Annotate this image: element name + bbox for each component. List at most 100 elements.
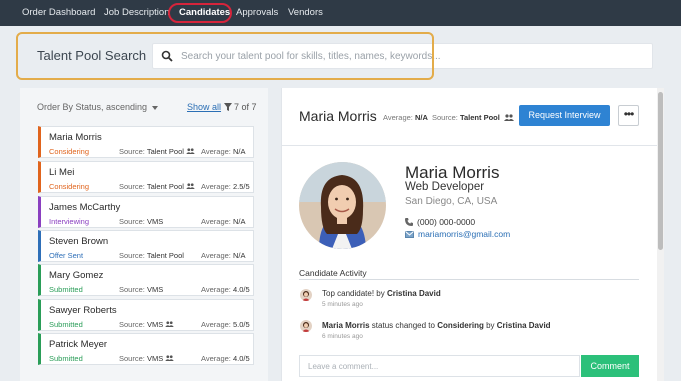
candidate-card-name: Patrick Meyer — [49, 339, 108, 350]
candidate-card-name: Sawyer Roberts — [49, 305, 117, 316]
average-label: Average: — [201, 217, 231, 226]
candidate-email[interactable]: mariamorris@gmail.com — [405, 229, 510, 239]
activity-item-2-text: status changed to — [369, 321, 438, 330]
detail-source-value: Talent Pool — [459, 113, 500, 122]
tab-vendors[interactable]: Vendors — [288, 0, 323, 26]
average-value: N/A — [232, 147, 246, 156]
candidate-card[interactable]: Mary Gomez Submitted Source: VMS Average: 4… — [38, 264, 254, 296]
average-label: Average: — [201, 285, 231, 294]
candidate-phone: (000) 000-0000 — [405, 217, 475, 227]
candidate-card-average: Average: N/A — [201, 217, 246, 226]
detail-source-label: Source: — [432, 113, 458, 122]
candidate-card-average: Average: 5.0/5 — [201, 320, 250, 329]
source-label: Source: — [119, 285, 145, 294]
filter-icon — [224, 103, 232, 111]
detail-divider — [282, 145, 658, 146]
candidate-card-source: Source: Talent Pool — [119, 147, 195, 156]
candidate-card-average: Average: N/A — [201, 251, 246, 260]
source-value: VMS — [146, 354, 164, 363]
tab-approvals[interactable]: Approvals — [236, 0, 278, 26]
activity-item-1-time: 5 minutes ago — [322, 301, 363, 308]
search-highlight-box — [16, 32, 434, 80]
candidate-title: Web Developer — [405, 181, 485, 193]
candidate-card-name: Li Mei — [49, 167, 75, 178]
talent-pool-icon — [186, 148, 195, 154]
activity-item-2-subject: Maria Morris — [322, 321, 370, 330]
candidate-card-status: Offer Sent — [49, 251, 84, 260]
show-all-link[interactable]: Show all — [187, 102, 221, 112]
candidate-activity-title: Candidate Activity — [299, 268, 367, 278]
talent-pool-icon — [165, 355, 175, 361]
source-label: Source: — [119, 354, 145, 363]
detail-average: Average: N/A — [383, 113, 428, 122]
activity-item-1-actor: Cristina David — [386, 289, 441, 298]
activity-item-2-status: Considering — [437, 321, 484, 330]
candidate-card-name: Mary Gomez — [49, 270, 104, 281]
activity-item-2: Maria Morris status changed to Consideri… — [322, 321, 551, 330]
source-label: Source: — [119, 182, 145, 191]
average-value: 4.0/5 — [232, 285, 250, 294]
talent-pool-icon — [503, 114, 514, 121]
average-label: Average: — [201, 182, 231, 191]
order-by-dropdown[interactable]: Order By Status, ascending — [37, 102, 159, 112]
activity-avatar — [300, 289, 312, 301]
source-label: Source: — [119, 320, 145, 329]
candidate-card-name: Steven Brown — [49, 236, 109, 247]
email-icon — [405, 231, 414, 238]
average-label: Average: — [201, 147, 231, 156]
candidate-card[interactable]: Sawyer Roberts Submitted Source: VMS Averag… — [38, 299, 254, 331]
candidate-card-source: Source: VMS — [119, 320, 175, 329]
filter-count[interactable]: 7 of 7 — [224, 102, 257, 112]
candidate-card-average: Average: 2.5/5 — [201, 182, 250, 191]
candidate-avatar — [299, 162, 386, 249]
activity-item-2-time: 6 minutes ago — [322, 333, 363, 340]
average-value: N/A — [232, 251, 246, 260]
source-value: Talent Pool — [146, 182, 184, 191]
detail-average-value: N/A — [414, 113, 428, 122]
average-value: N/A — [232, 217, 246, 226]
candidate-card-average: Average: N/A — [201, 147, 246, 156]
candidate-card-status: Interviewing — [49, 217, 90, 226]
candidate-card[interactable]: James McCarthy Interviewing Source: VMS Ave… — [38, 196, 254, 228]
candidate-card-name: Maria Morris — [49, 132, 102, 143]
source-label: Source: — [119, 217, 145, 226]
activity-item-2-by: by — [483, 321, 497, 330]
candidate-phone-value: (000) 000-0000 — [417, 217, 476, 227]
detail-scrollbar-thumb[interactable] — [658, 92, 663, 250]
detail-average-label: Average: — [383, 113, 413, 122]
order-by-label: Order By Status, ascending — [37, 102, 148, 112]
candidate-card[interactable]: Maria Morris Considering Source: Talent Po… — [38, 126, 254, 158]
average-value: 5.0/5 — [232, 320, 250, 329]
candidate-card-source: Source: VMS — [119, 354, 175, 363]
source-value: VMS — [146, 285, 164, 294]
candidate-card[interactable]: Patrick Meyer Submitted Source: VMS Average… — [38, 333, 254, 365]
comment-button[interactable]: Comment — [581, 355, 639, 377]
candidate-card-source: Source: VMS — [119, 217, 163, 226]
average-value: 4.0/5 — [232, 354, 250, 363]
source-value: VMS — [146, 217, 164, 226]
activity-item-2-actor: Cristina David — [496, 321, 551, 330]
talent-pool-icon — [186, 183, 195, 189]
source-value: VMS — [146, 320, 164, 329]
active-tab-highlight-circle — [168, 3, 232, 23]
candidate-card[interactable]: Li Mei Considering Source: Talent Pool Aver… — [38, 161, 254, 193]
comment-input[interactable]: Leave a comment... — [299, 355, 580, 377]
source-value: Talent Pool — [146, 251, 184, 260]
average-value: 2.5/5 — [232, 182, 250, 191]
phone-icon — [405, 218, 413, 226]
candidate-card[interactable]: Steven Brown Offer Sent Source: Talent Poo… — [38, 230, 254, 262]
request-interview-button[interactable]: Request Interview — [519, 105, 610, 126]
candidate-card-status: Submitted — [49, 320, 83, 329]
detail-source: Source: Talent Pool — [432, 113, 514, 122]
caret-down-icon — [152, 105, 159, 110]
more-options-button[interactable]: ••• — [618, 105, 639, 126]
comment-placeholder: Leave a comment... — [308, 362, 379, 371]
candidate-card-name: James McCarthy — [49, 202, 121, 213]
tab-job-description[interactable]: Job Description — [104, 0, 169, 26]
candidate-card-average: Average: 4.0/5 — [201, 354, 250, 363]
candidate-name: Maria Morris — [405, 163, 500, 182]
detail-header-name: Maria Morris — [299, 108, 377, 124]
activity-avatar — [300, 320, 312, 332]
source-label: Source: — [119, 147, 145, 156]
tab-order-dashboard[interactable]: Order Dashboard — [22, 0, 95, 26]
